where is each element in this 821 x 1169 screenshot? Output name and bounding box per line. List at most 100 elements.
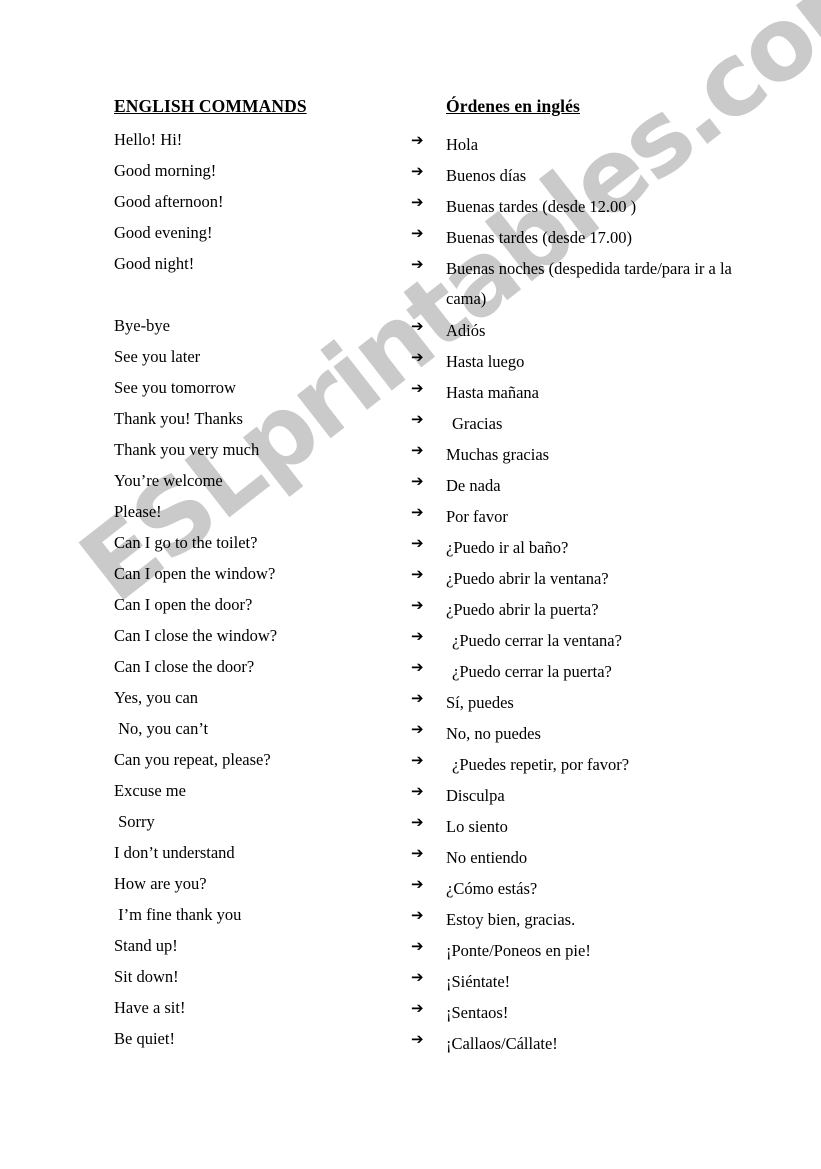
phrase-row: Can I go to the toilet? ➔ ¿Puedo ir al bañ…: [0, 533, 821, 564]
spanish-phrase: ¿Puedo abrir la puerta?: [446, 600, 599, 619]
english-phrase: Stand up!: [114, 936, 178, 955]
english-phrase: See you tomorrow: [114, 378, 236, 397]
spanish-phrase: Sí, puedes: [446, 693, 514, 712]
right-arrow-icon: ➔: [411, 906, 424, 924]
column-headers: ENGLISH COMMANDS Órdenes en inglés: [0, 96, 821, 122]
right-arrow-icon: ➔: [411, 1030, 424, 1048]
english-phrase: Thank you very much: [114, 440, 260, 459]
phrase-row: Can you repeat, please? ➔ ¿Puedes repetir,…: [0, 750, 821, 781]
right-arrow-icon: ➔: [411, 224, 424, 242]
spanish-phrase: ¿Puedes repetir, por favor?: [452, 755, 630, 774]
right-arrow-icon: ➔: [411, 751, 424, 769]
english-phrase: See you later: [114, 347, 201, 366]
spanish-phrase: Buenas tardes (desde 12.00 ): [446, 197, 637, 216]
english-phrase: Can you repeat, please?: [114, 750, 271, 769]
english-phrase: Good night!: [114, 254, 195, 273]
spanish-phrase: Disculpa: [446, 786, 505, 805]
phrase-row: Yes, you can ➔ Sí, puedes: [0, 688, 821, 719]
english-phrase: Hello! Hi!: [114, 130, 183, 149]
right-arrow-icon: ➔: [411, 410, 424, 428]
english-phrase: How are you?: [114, 874, 207, 893]
english-phrase: Good evening!: [114, 223, 213, 242]
right-arrow-icon: ➔: [411, 565, 424, 583]
english-phrase: Sit down!: [114, 967, 179, 986]
english-phrase: Bye-bye: [114, 316, 170, 335]
spanish-phrase: Estoy bien, gracias.: [446, 910, 576, 929]
english-phrase: Can I close the window?: [114, 626, 278, 645]
english-phrase: I’m fine thank you: [114, 905, 242, 924]
english-phrase: Thank you! Thanks: [114, 409, 243, 428]
spanish-phrase: Adiós: [446, 321, 486, 340]
phrase-row: Hello! Hi! ➔ Hola: [0, 130, 821, 161]
phrase-row: Stand up! ➔ ¡Ponte/Poneos en pie!: [0, 936, 821, 967]
phrase-row: Can I close the door? ➔ ¿Puedo cerrar la p…: [0, 657, 821, 688]
right-arrow-icon: ➔: [411, 441, 424, 459]
phrase-row: See you tomorrow ➔ Hasta mañana: [0, 378, 821, 409]
right-arrow-icon: ➔: [411, 689, 424, 707]
right-arrow-icon: ➔: [411, 968, 424, 986]
phrase-row: Can I open the window? ➔ ¿Puedo abrir la v…: [0, 564, 821, 595]
phrase-row: Be quiet! ➔ ¡Callaos/Cállate!: [0, 1029, 821, 1060]
spanish-phrase: ¿Puedo abrir la ventana?: [446, 569, 609, 588]
phrase-row: Sorry ➔ Lo siento: [0, 812, 821, 843]
right-arrow-icon: ➔: [411, 596, 424, 614]
spanish-phrase: ¿Puedo cerrar la puerta?: [452, 662, 612, 681]
phrase-row: I’m fine thank you ➔ Estoy bien, gracias.: [0, 905, 821, 936]
phrase-row: Sit down! ➔ ¡Siéntate!: [0, 967, 821, 998]
phrase-list: Hello! Hi! ➔ Hola Good morning! ➔ Buenos días…: [0, 130, 821, 1060]
spanish-phrase: ¡Siéntate!: [446, 972, 511, 991]
spanish-phrase: ¡Sentaos!: [446, 1003, 509, 1022]
right-arrow-icon: ➔: [411, 720, 424, 738]
spanish-phrase: ¡Callaos/Cállate!: [446, 1034, 558, 1053]
right-arrow-icon: ➔: [411, 317, 424, 335]
phrase-row: You’re welcome ➔ De nada: [0, 471, 821, 502]
right-arrow-icon: ➔: [411, 534, 424, 552]
english-phrase: Can I go to the toilet?: [114, 533, 258, 552]
spanish-phrase: Lo siento: [446, 817, 508, 836]
worksheet-page: ESLprintables.com ENGLISH COMMANDS Órden…: [0, 0, 821, 1169]
spanish-phrase: Hola: [446, 135, 479, 154]
spanish-phrase: Buenas noches (despedida tarde/para ir a…: [446, 259, 736, 308]
spanish-phrase: ¿Puedo ir al baño?: [446, 538, 569, 557]
phrase-row: Thank you very much ➔ Muchas gracias: [0, 440, 821, 471]
phrase-row: How are you? ➔ ¿Cómo estás?: [0, 874, 821, 905]
phrase-row: Thank you! Thanks ➔ Gracias: [0, 409, 821, 440]
right-arrow-icon: ➔: [411, 162, 424, 180]
spanish-phrase: ¿Puedo cerrar la ventana?: [452, 631, 622, 650]
phrase-row: Excuse me ➔ Disculpa: [0, 781, 821, 812]
english-phrase: You’re welcome: [114, 471, 223, 490]
english-phrase: Can I open the door?: [114, 595, 253, 614]
spanish-phrase: Buenos días: [446, 166, 527, 185]
spanish-phrase: Hasta luego: [446, 352, 525, 371]
english-phrase: Yes, you can: [114, 688, 199, 707]
phrase-row: See you later ➔ Hasta luego: [0, 347, 821, 378]
english-phrase: Good morning!: [114, 161, 217, 180]
right-arrow-icon: ➔: [411, 782, 424, 800]
right-arrow-icon: ➔: [411, 937, 424, 955]
spanish-phrase: Por favor: [446, 507, 508, 526]
english-phrase: Can I close the door?: [114, 657, 255, 676]
right-arrow-icon: ➔: [411, 844, 424, 862]
phrase-row: Good morning! ➔ Buenos días: [0, 161, 821, 192]
english-phrase: Sorry: [114, 812, 155, 831]
spanish-phrase: ¿Cómo estás?: [446, 879, 538, 898]
column-header-spanish: Órdenes en inglés: [446, 96, 580, 116]
english-phrase: Excuse me: [114, 781, 186, 800]
phrase-row: Bye-bye ➔ Adiós: [0, 316, 821, 347]
phrase-row: Please! ➔ Por favor: [0, 502, 821, 533]
right-arrow-icon: ➔: [411, 503, 424, 521]
english-phrase: Be quiet!: [114, 1029, 175, 1048]
phrase-row: Good evening! ➔ Buenas tardes (desde 17.00…: [0, 223, 821, 254]
english-phrase: Have a sit!: [114, 998, 186, 1017]
spanish-phrase: No entiendo: [446, 848, 528, 867]
english-phrase: Good afternoon!: [114, 192, 224, 211]
spanish-phrase: Muchas gracias: [446, 445, 550, 464]
right-arrow-icon: ➔: [411, 999, 424, 1017]
english-phrase: I don’t understand: [114, 843, 235, 862]
spanish-phrase: Gracias: [452, 414, 503, 433]
english-phrase: Please!: [114, 502, 162, 521]
spanish-phrase: De nada: [446, 476, 501, 495]
english-phrase: Can I open the window?: [114, 564, 276, 583]
right-arrow-icon: ➔: [411, 379, 424, 397]
english-phrase: No, you can’t: [114, 719, 209, 738]
